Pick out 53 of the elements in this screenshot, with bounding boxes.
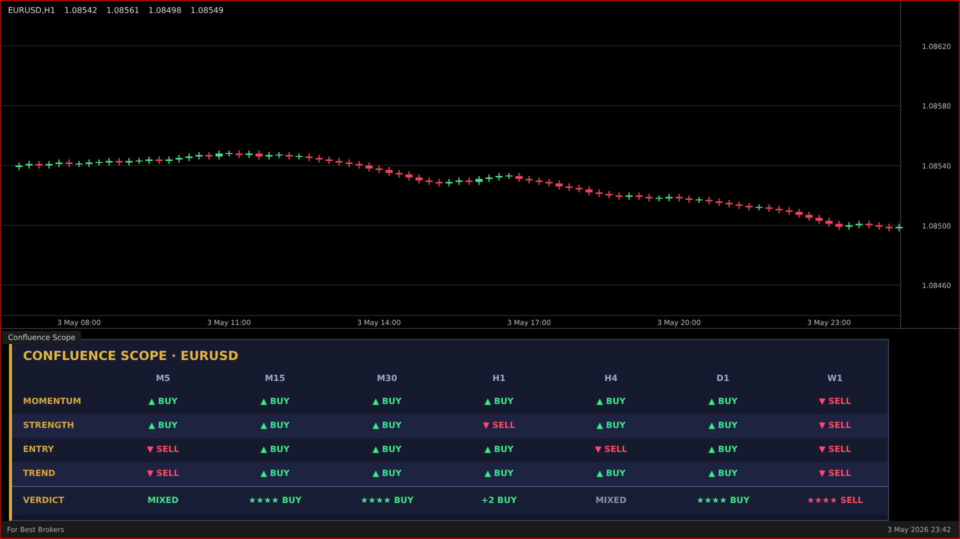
signal-text: ▲ BUY [483,397,515,407]
signal-text: ▼ SELL [146,445,180,455]
quote-text: EURUSD,H1 [8,6,56,15]
signal-text: ▲ BUY [707,469,739,479]
verdict-text: ★★★★ BUY [696,496,750,506]
quote-text: 1.08549 [190,6,224,15]
signal-text: ▲ BUY [483,445,515,455]
signal-text: ▲ BUY [595,397,627,407]
row-label: VERDICT [22,496,66,506]
signal-text: ▲ BUY [259,445,291,455]
row-label: MOMENTUM [22,397,82,407]
verdict-text: MIXED [146,496,180,506]
timeframe-header: H4 [603,374,619,384]
timeframe-header: M30 [376,374,398,384]
row-label: ENTRY [22,445,55,455]
verdict-text: ★★★★ BUY [248,496,302,506]
verdict-text: ★★★★ SELL [806,496,864,506]
signal-text: ▼ SELL [594,445,628,455]
signal-text: ▲ BUY [371,397,403,407]
signal-text: ▲ BUY [259,469,291,479]
verdict-text: MIXED [594,496,628,506]
signal-text: ▲ BUY [259,397,291,407]
signal-text: ▲ BUY [707,397,739,407]
signal-text: ▲ BUY [595,469,627,479]
row-label: TREND [22,469,56,479]
signal-text: ▲ BUY [147,397,179,407]
timeframe-header: W1 [826,374,844,384]
signal-text: ▼ SELL [818,445,852,455]
signal-text: ▲ BUY [259,421,291,431]
signal-text: ▲ BUY [371,469,403,479]
signal-text: ▼ SELL [146,469,180,479]
quote-text: 1.08542 [64,6,98,15]
timeframe-header: M15 [264,374,286,384]
signal-text: ▲ BUY [371,421,403,431]
row-label: STRENGTH [22,421,76,431]
signal-text: ▼ SELL [818,469,852,479]
signal-text: ▲ BUY [147,421,179,431]
signal-text: ▼ SELL [482,421,516,431]
timeframe-header: D1 [716,374,730,384]
signal-text: ▲ BUY [483,469,515,479]
verdict-text: +2 BUY [480,496,518,506]
quote-text: 1.08498 [148,6,182,15]
signal-text: ▼ SELL [818,421,852,431]
signal-text: ▲ BUY [707,421,739,431]
timeframe-header: M5 [154,374,172,384]
quote-text: 1.08561 [106,6,140,15]
verdict-text: ★★★★ BUY [360,496,414,506]
signal-text: ▲ BUY [371,445,403,455]
timeframe-header: H1 [491,374,507,384]
signal-text: ▲ BUY [707,445,739,455]
panel-title: CONFLUENCE SCOPE · EURUSD [22,347,240,365]
signal-text: ▼ SELL [818,397,852,407]
signal-text: ▲ BUY [595,421,627,431]
